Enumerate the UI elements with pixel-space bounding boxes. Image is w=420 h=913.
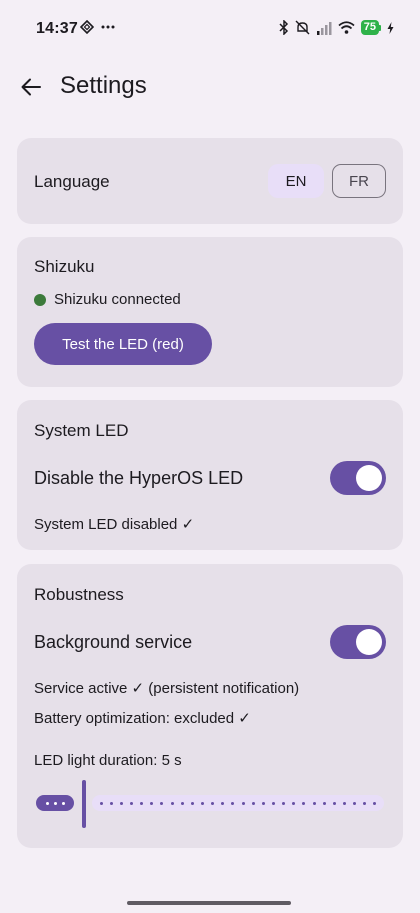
slider-stop-dot bbox=[109, 801, 113, 805]
app-bar: Settings bbox=[0, 62, 420, 112]
slider-handle[interactable] bbox=[82, 780, 86, 828]
slider-stop-dot bbox=[119, 801, 123, 805]
shizuku-status: Shizuku connected bbox=[34, 291, 181, 308]
slider-stop-dot bbox=[180, 801, 184, 805]
switch-thumb bbox=[356, 465, 382, 491]
slider-stop-dot bbox=[150, 801, 154, 805]
led-duration-label: LED light duration: 5 s bbox=[34, 752, 182, 769]
slider-stop-dot bbox=[342, 801, 346, 805]
signal-icon bbox=[316, 21, 332, 35]
slider-stop-dot bbox=[231, 801, 235, 805]
slider-stop-dot bbox=[332, 801, 336, 805]
led-duration-slider[interactable] bbox=[34, 780, 386, 828]
status-left-icons bbox=[80, 20, 115, 34]
slider-stop-dot bbox=[302, 801, 306, 805]
do-not-disturb-icon bbox=[295, 20, 310, 35]
disable-hyperos-led-label: Disable the HyperOS LED bbox=[34, 468, 244, 488]
gesture-nav-handle[interactable] bbox=[127, 901, 291, 905]
slider-stop-dot bbox=[99, 801, 103, 805]
switch-thumb bbox=[356, 629, 382, 655]
slider-active-track bbox=[36, 795, 74, 811]
bluetooth-icon bbox=[279, 20, 288, 35]
language-label: Language bbox=[34, 172, 110, 191]
slider-stop-dot bbox=[363, 801, 367, 805]
slider-stop-dot bbox=[200, 801, 204, 805]
page-title: Settings bbox=[60, 72, 147, 99]
disable-hyperos-led-switch[interactable] bbox=[330, 461, 386, 495]
battery-indicator: 75 bbox=[360, 20, 381, 35]
slider-stop-dot bbox=[190, 801, 194, 805]
slider-stop-dot bbox=[221, 801, 225, 805]
slider-stop-dot bbox=[292, 801, 296, 805]
test-led-button[interactable]: Test the LED (red) bbox=[34, 323, 212, 365]
slider-stop-dot bbox=[170, 801, 174, 805]
robustness-card: Robustness Background service Service ac… bbox=[17, 564, 403, 848]
slider-stop-dot bbox=[129, 801, 133, 805]
more-dots-icon bbox=[101, 25, 115, 29]
shizuku-card: Shizuku Shizuku connected Test the LED (… bbox=[17, 237, 403, 387]
slider-stop-dot bbox=[282, 801, 286, 805]
status-right-icons: 75 bbox=[279, 20, 394, 35]
system-led-title: System LED bbox=[34, 421, 129, 440]
battery-level: 75 bbox=[360, 20, 379, 35]
slider-stop-dot bbox=[241, 801, 245, 805]
arrow-left-icon bbox=[21, 78, 41, 96]
slider-stop-dot bbox=[211, 801, 215, 805]
slider-stop-dot bbox=[251, 801, 255, 805]
shizuku-status-text: Shizuku connected bbox=[54, 291, 181, 308]
language-card: Language EN FR bbox=[17, 138, 403, 224]
robustness-title: Robustness bbox=[34, 585, 124, 604]
status-bar: 14:37 75 bbox=[0, 0, 420, 58]
slider-stop-dot bbox=[261, 801, 265, 805]
background-service-label: Background service bbox=[34, 632, 193, 652]
connected-status-dot bbox=[34, 293, 46, 306]
battery-tip bbox=[379, 24, 381, 31]
slider-stop-dot bbox=[322, 801, 326, 805]
service-status: Service active ✓ (persistent notificatio… bbox=[34, 680, 300, 697]
language-option-fr[interactable]: FR bbox=[332, 164, 386, 198]
slider-stop-dot bbox=[140, 801, 144, 805]
status-time: 14:37 bbox=[36, 20, 78, 37]
wifi-icon bbox=[338, 21, 355, 34]
back-button[interactable] bbox=[16, 72, 46, 102]
language-option-en[interactable]: EN bbox=[268, 164, 324, 198]
charging-bolt-icon bbox=[387, 21, 394, 34]
slider-stop-dot bbox=[271, 801, 275, 805]
slider-stop-dot bbox=[312, 801, 316, 805]
background-service-switch[interactable] bbox=[330, 625, 386, 659]
slider-stop-dot bbox=[353, 801, 357, 805]
slider-stop-dot bbox=[373, 801, 377, 805]
system-led-status: System LED disabled ✓ bbox=[34, 516, 195, 533]
slider-stop-dot bbox=[160, 801, 164, 805]
slider-inactive-track bbox=[92, 795, 384, 811]
sync-icon bbox=[80, 20, 94, 34]
system-led-card: System LED Disable the HyperOS LED Syste… bbox=[17, 400, 403, 550]
shizuku-title: Shizuku bbox=[34, 257, 95, 276]
battery-optimization-status: Battery optimization: excluded ✓ bbox=[34, 710, 251, 727]
